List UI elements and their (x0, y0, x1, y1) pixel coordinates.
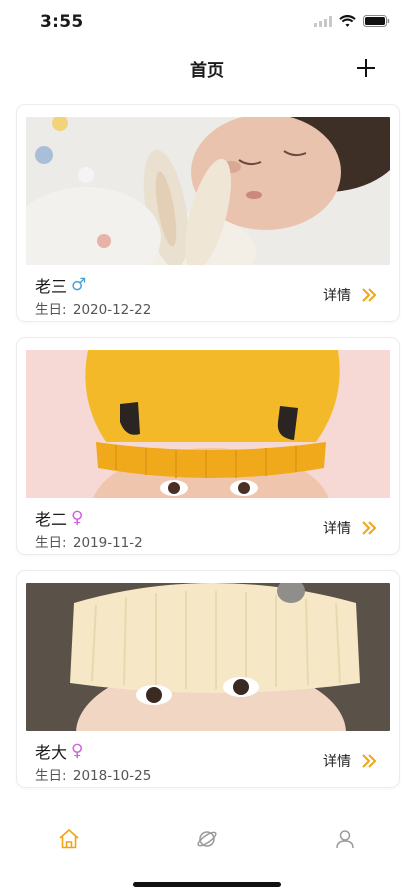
signal-icon (314, 15, 332, 27)
details-button[interactable]: 详情 (323, 751, 377, 771)
details-label: 详情 (323, 288, 351, 304)
child-photo (26, 117, 390, 265)
birthday-value: 2018-10-25 (72, 768, 152, 784)
child-birthday: 生日: 2019-11-2 (35, 531, 143, 551)
home-icon (59, 829, 79, 849)
double-chevron-right-icon (362, 521, 377, 535)
child-photo (26, 583, 390, 731)
child-name: 老二 ♀ (35, 506, 83, 530)
status-bar: 3:55 (0, 0, 414, 46)
child-card[interactable]: 老二 ♀ 生日: 2019-11-2 详情 (16, 337, 400, 555)
add-button[interactable] (352, 54, 380, 82)
nav-bar: 首页 (0, 46, 414, 90)
child-birthday: 生日: 2020-12-22 (35, 298, 151, 318)
birthday-value: 2019-11-2 (72, 535, 143, 551)
tab-profile[interactable] (330, 824, 360, 854)
child-birthday: 生日: 2018-10-25 (35, 764, 151, 784)
details-button[interactable]: 详情 (323, 518, 377, 538)
birthday-label: 生日: (35, 768, 67, 784)
child-card[interactable]: 老大 ♀ 生日: 2018-10-25 详情 (16, 570, 400, 788)
user-icon (336, 830, 354, 849)
details-label: 详情 (323, 521, 351, 537)
battery-icon (363, 15, 390, 27)
child-name-text: 老二 (35, 510, 68, 529)
tab-discover[interactable] (192, 824, 222, 854)
planet-icon (197, 831, 217, 847)
birthday-label: 生日: (35, 535, 67, 551)
female-icon: ♀ (71, 740, 84, 761)
status-icons (314, 15, 390, 27)
birthday-label: 生日: (35, 302, 67, 318)
child-name: 老三 ♂ (35, 273, 86, 297)
plus-icon (357, 59, 375, 77)
child-card[interactable]: 老三 ♂ 生日: 2020-12-22 详情 (16, 104, 400, 322)
birthday-value: 2020-12-22 (72, 302, 152, 318)
details-label: 详情 (323, 754, 351, 770)
double-chevron-right-icon (362, 754, 377, 768)
details-button[interactable]: 详情 (323, 285, 377, 305)
child-photo (26, 350, 390, 498)
status-time: 3:55 (40, 12, 84, 32)
female-icon: ♀ (71, 507, 84, 528)
double-chevron-right-icon (362, 288, 377, 302)
child-name: 老大 ♀ (35, 739, 83, 763)
tab-bar (0, 806, 414, 870)
child-name-text: 老大 (35, 743, 68, 762)
tab-home[interactable] (54, 824, 84, 854)
home-indicator (133, 882, 281, 887)
male-icon: ♂ (71, 274, 87, 295)
wifi-icon (339, 15, 356, 27)
child-name-text: 老三 (35, 277, 68, 296)
